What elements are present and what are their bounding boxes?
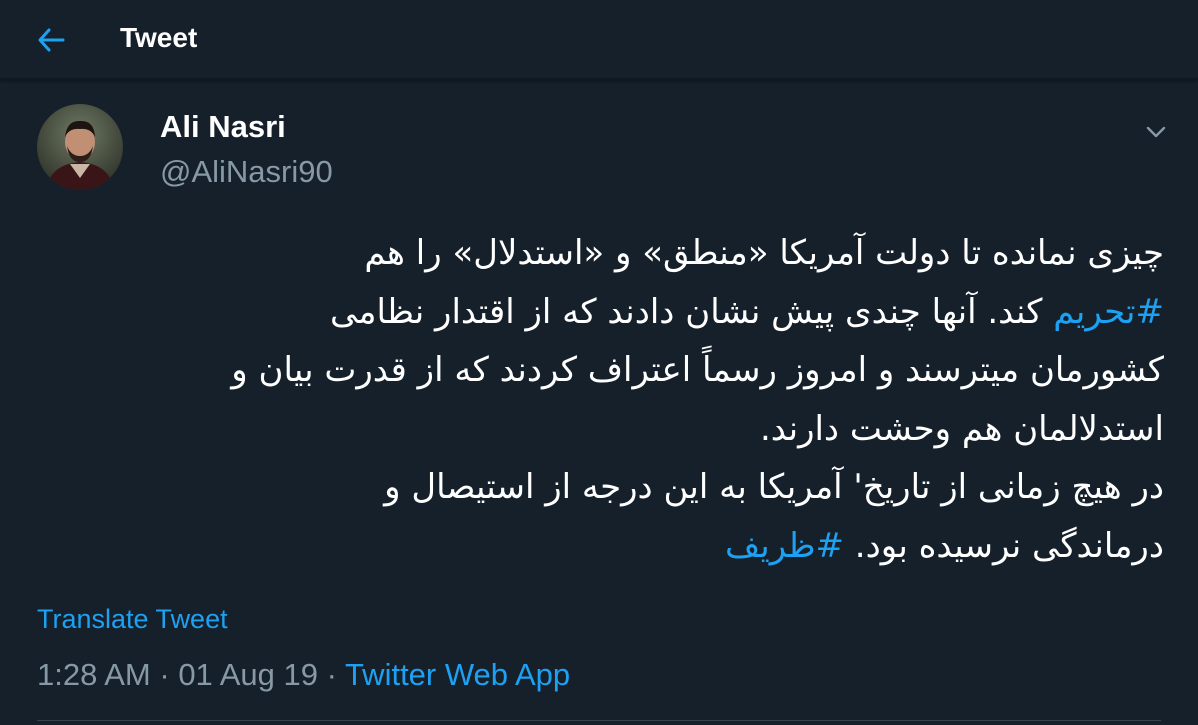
- meta-separator: ·: [150, 657, 179, 692]
- meta-separator: ·: [317, 657, 345, 692]
- tweet-line-text: در هیچ زمانی از تاریخ' آمریکا به این درج…: [384, 467, 1164, 507]
- tweet-line-text: استدلالمان هم وحشت دارند.: [759, 408, 1164, 449]
- tweet-metadata: 1:28 AM · 01 Aug 19 · Twitter Web App: [37, 656, 570, 694]
- more-options-button[interactable]: [1140, 118, 1172, 146]
- tweet-text: چیزی نمانده تا دولت آمریکا «منطق» و «است…: [36, 224, 1164, 575]
- tweet-line-text: چیزی نمانده تا دولت آمریکا «منطق» و «است…: [364, 233, 1164, 273]
- tweet-detail-screen: Tweet Ali Nasri @AliNasri90 چیزی نمانده …: [0, 0, 1198, 725]
- back-button[interactable]: [30, 19, 72, 61]
- tweet-line-text: درماندگی نرسیده بود.: [844, 525, 1164, 566]
- author-handle[interactable]: @AliNasri90: [160, 152, 333, 192]
- tweet-line: چیزی نمانده تا دولت آمریکا «منطق» و «است…: [36, 224, 1164, 283]
- tweet-line: استدلالمان هم وحشت دارند.: [36, 400, 1164, 459]
- tweet-line: در هیچ زمانی از تاریخ' آمریکا به این درج…: [36, 458, 1164, 517]
- author-name[interactable]: Ali Nasri: [160, 107, 286, 147]
- top-bar: Tweet: [0, 0, 1198, 80]
- tweet-source-link[interactable]: Twitter Web App: [345, 657, 570, 692]
- arrow-left-icon: [38, 28, 65, 52]
- profile-photo: [37, 104, 123, 190]
- divider: [37, 720, 1161, 721]
- tweet-time[interactable]: 1:28 AM: [37, 657, 151, 692]
- page-title: Tweet: [120, 22, 198, 53]
- tweet-line-text: کند. آنها چندی پیش نشان دادند که از اقتد…: [329, 291, 1054, 332]
- tweet-line-text: کشورمان میترسند و امروز رسماً اعتراف کرد…: [231, 350, 1164, 390]
- chevron-down-icon: [1146, 126, 1166, 138]
- translate-tweet-link[interactable]: Translate Tweet: [37, 602, 228, 636]
- tweet-line: #تحریم کند. آنها چندی پیش نشان دادند که …: [36, 283, 1164, 342]
- tweet-date[interactable]: 01 Aug 19: [178, 657, 318, 692]
- tweet-line: درماندگی نرسیده بود. #ظریف: [36, 517, 1164, 576]
- hashtag-link[interactable]: #تحریم: [1053, 292, 1164, 332]
- hashtag-link[interactable]: #ظریف: [725, 526, 844, 566]
- avatar[interactable]: [37, 104, 123, 190]
- tweet-line: کشورمان میترسند و امروز رسماً اعتراف کرد…: [36, 341, 1164, 400]
